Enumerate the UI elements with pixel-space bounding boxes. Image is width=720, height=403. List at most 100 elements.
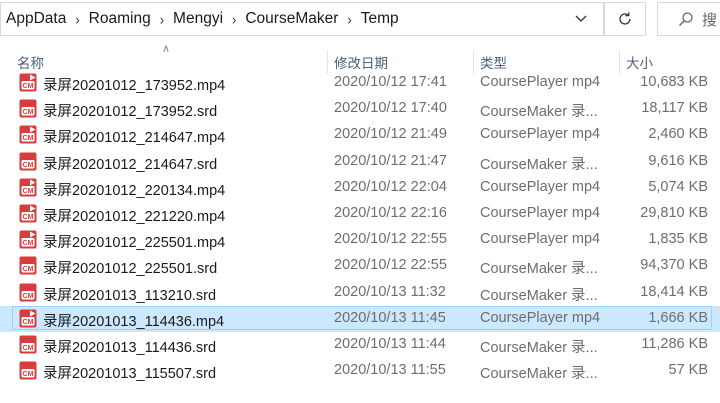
file-name: 录屏20201013_114436.mp4 [43, 313, 225, 330]
address-bar[interactable]: AppData › Roaming › Mengyi › CourseMaker… [0, 2, 604, 36]
file-name: 录屏20201012_173952.mp4 [43, 78, 226, 94]
chevron-right-icon[interactable]: › [66, 11, 88, 28]
file-type: CourseMaker 录... [480, 156, 598, 173]
coursemaker-file-icon: CM [19, 256, 37, 275]
file-row[interactable]: CM 录屏20201013_113210.srd 2020/10/13 11:3… [0, 280, 720, 306]
file-type: CoursePlayer mp4 [480, 205, 601, 221]
file-row[interactable]: CM 录屏20201013_115507.srd 2020/10/13 11:5… [0, 358, 720, 384]
svg-text:CM: CM [23, 345, 34, 352]
breadcrumb-mengyi[interactable]: Mengyi [173, 10, 223, 28]
svg-text:CM: CM [23, 319, 34, 326]
file-modified-date: 2020/10/12 22:04 [334, 178, 447, 195]
breadcrumb-roaming[interactable]: Roaming [89, 10, 151, 28]
file-type: CourseMaker 录... [480, 261, 598, 278]
file-row[interactable]: CM 录屏20201012_173952.srd 2020/10/12 17:4… [0, 96, 720, 122]
breadcrumb-appdata[interactable]: AppData [1, 10, 66, 28]
svg-text:CM: CM [23, 266, 34, 273]
column-header: ∧ 名称 修改日期 类型 大小 [0, 43, 720, 74]
chevron-right-icon[interactable]: › [223, 11, 245, 28]
chevron-right-icon[interactable]: › [338, 11, 360, 28]
column-size[interactable]: 大小 [626, 52, 653, 72]
file-size: 18,414 KB [640, 283, 708, 300]
coursemaker-file-icon: CM [19, 309, 37, 328]
file-name: 录屏20201013_115507.srd [43, 366, 217, 383]
file-size: 1,666 KB [648, 309, 708, 326]
file-modified-date: 2020/10/12 22:55 [334, 231, 447, 248]
file-modified-date: 2020/10/13 11:55 [334, 362, 446, 379]
file-name: 录屏20201012_214647.mp4 [43, 130, 226, 147]
file-type: CourseMaker 录... [480, 366, 598, 383]
svg-text:CM: CM [23, 83, 34, 90]
file-name: 录屏20201012_225501.srd [43, 261, 218, 278]
file-name: 录屏20201012_225501.mp4 [43, 235, 226, 252]
file-modified-date: 2020/10/12 17:41 [334, 74, 447, 90]
chevron-down-icon[interactable] [575, 12, 587, 26]
file-type: CourseMaker 录... [480, 287, 598, 304]
column-type[interactable]: 类型 [480, 52, 507, 72]
coursemaker-file-icon: CM [19, 230, 37, 249]
file-modified-date: 2020/10/13 11:32 [334, 283, 446, 300]
file-modified-date: 2020/10/12 22:55 [334, 257, 447, 274]
file-name: 录屏20201012_173952.srd [43, 104, 218, 121]
toolbar: AppData › Roaming › Mengyi › CourseMaker… [0, 0, 720, 40]
file-size: 18,117 KB [641, 100, 708, 117]
svg-text:CM: CM [23, 109, 34, 116]
coursemaker-file-icon: CM [19, 125, 37, 144]
coursemaker-file-icon: CM [19, 204, 37, 223]
chevron-right-icon[interactable]: › [151, 11, 173, 28]
column-date[interactable]: 修改日期 [334, 52, 388, 72]
sort-ascending-icon: ∧ [162, 43, 171, 55]
file-modified-date: 2020/10/12 21:49 [334, 126, 447, 143]
coursemaker-file-icon: CM [19, 335, 37, 354]
file-row[interactable]: CM 录屏20201012_221220.mp4 2020/10/12 22:1… [0, 201, 720, 227]
file-modified-date: 2020/10/12 22:16 [334, 205, 447, 221]
file-modified-date: 2020/10/12 17:40 [334, 100, 447, 117]
file-type: CoursePlayer mp4 [480, 126, 601, 143]
coursemaker-file-icon: CM [19, 283, 37, 302]
file-row[interactable]: CM 录屏20201012_173952.mp4 2020/10/12 17:4… [0, 70, 720, 96]
file-row[interactable]: CM 录屏20201012_214647.mp4 2020/10/12 21:4… [0, 122, 720, 148]
coursemaker-file-icon: CM [19, 178, 37, 197]
file-row[interactable]: CM 录屏20201012_225501.mp4 2020/10/12 22:5… [0, 227, 720, 253]
coursemaker-file-icon: CM [19, 73, 37, 92]
file-name: 录屏20201012_220134.mp4 [43, 182, 226, 199]
refresh-button[interactable] [604, 2, 646, 36]
file-row[interactable]: CM 录屏20201012_214647.srd 2020/10/12 21:4… [0, 149, 720, 175]
file-size: 29,810 KB [640, 205, 708, 221]
file-name: 录屏20201012_221220.mp4 [43, 209, 226, 225]
file-name: 录屏20201013_114436.srd [43, 340, 217, 356]
file-size: 57 KB [668, 362, 709, 379]
file-size: 2,460 KB [648, 126, 708, 143]
search-icon [679, 12, 693, 26]
refresh-icon [619, 12, 631, 25]
svg-text:CM: CM [23, 240, 34, 247]
svg-text:CM: CM [23, 214, 34, 221]
file-type: CourseMaker 录... [480, 340, 598, 356]
file-row[interactable]: CM 录屏20201013_114436.srd 2020/10/13 11:4… [0, 332, 720, 358]
search-box[interactable]: 搜 [657, 2, 720, 36]
file-size: 11,286 KB [641, 336, 708, 352]
breadcrumb-coursemaker[interactable]: CourseMaker [245, 10, 338, 28]
breadcrumb-temp[interactable]: Temp [361, 10, 399, 28]
search-placeholder: 搜 [702, 11, 718, 29]
file-row[interactable]: CM 录屏20201012_220134.mp4 2020/10/12 22:0… [0, 175, 720, 201]
coursemaker-file-icon: CM [19, 152, 37, 171]
file-modified-date: 2020/10/12 21:47 [334, 152, 447, 169]
file-row[interactable]: CM 录屏20201012_225501.srd 2020/10/12 22:5… [0, 253, 720, 279]
file-size: 10,683 KB [640, 74, 708, 90]
svg-text:CM: CM [23, 135, 34, 142]
file-modified-date: 2020/10/13 11:45 [334, 309, 446, 326]
file-size: 5,074 KB [648, 178, 708, 195]
file-name: 录屏20201012_214647.srd [43, 156, 218, 173]
file-row[interactable]: CM 录屏20201013_114436.mp4 2020/10/13 11:4… [0, 305, 720, 332]
coursemaker-file-icon: CM [19, 361, 37, 380]
file-type: CoursePlayer mp4 [480, 309, 601, 326]
file-size: 9,616 KB [648, 152, 708, 169]
file-size: 1,835 KB [648, 231, 708, 248]
column-name[interactable]: 名称 [17, 52, 44, 72]
coursemaker-file-icon: CM [19, 99, 37, 118]
file-name: 录屏20201013_113210.srd [43, 287, 217, 304]
svg-text:CM: CM [23, 293, 34, 300]
svg-text:CM: CM [23, 162, 34, 169]
file-type: CoursePlayer mp4 [480, 178, 601, 195]
